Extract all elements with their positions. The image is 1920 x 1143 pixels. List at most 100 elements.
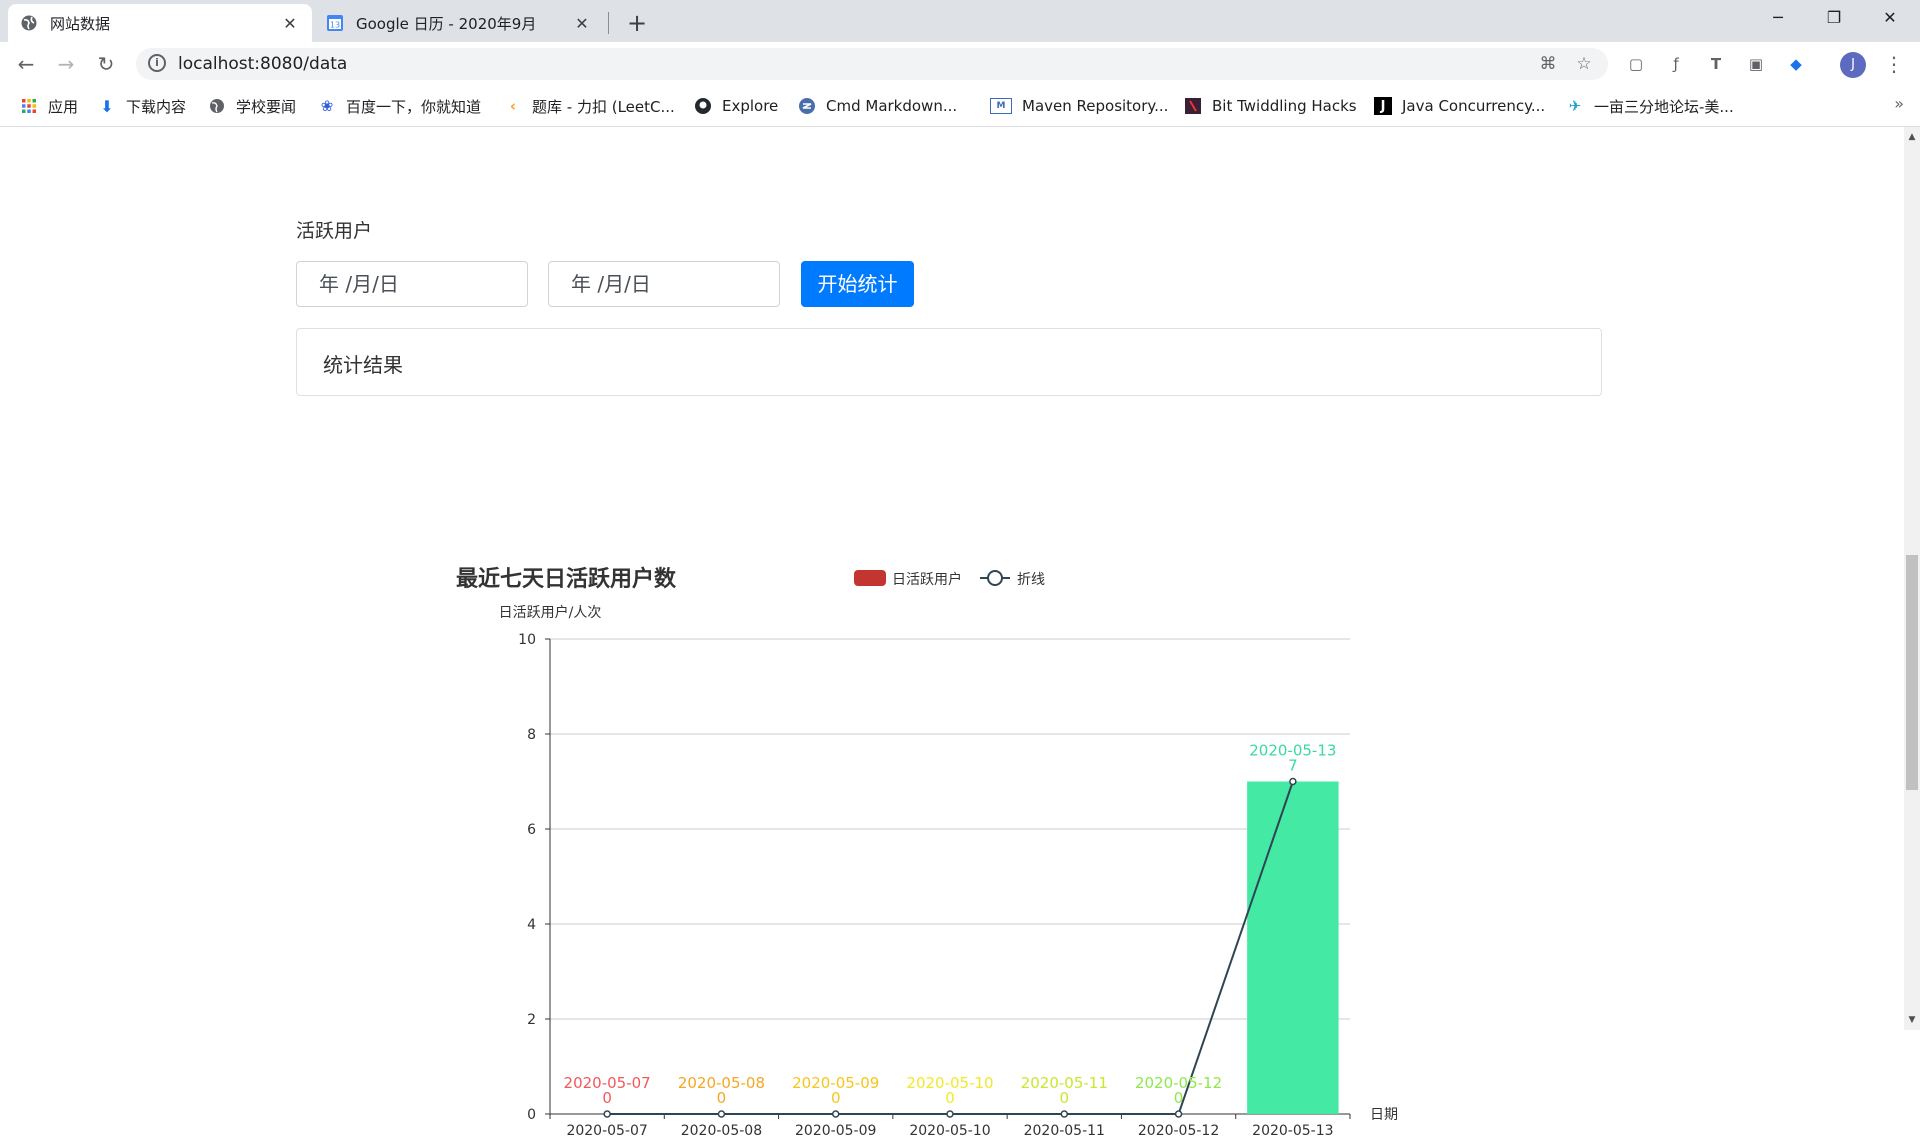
minimize-icon[interactable]: ─ <box>1750 0 1806 36</box>
x-tick-label: 2020-05-09 <box>795 1123 876 1139</box>
tab-strip: 网站数据 ✕ 13 Google 日历 - 2020年9月 ✕ + ─ ❐ ✕ <box>0 0 1920 42</box>
legend-line-marker <box>987 570 1003 586</box>
terminal-extension-icon[interactable]: ▣ <box>1744 52 1768 76</box>
line-point <box>603 1110 611 1118</box>
legend-bar-swatch <box>854 570 886 586</box>
bookmark-label: 百度一下，你就知道 <box>346 97 482 116</box>
page-content: 活跃用户 年 /月/日 年 /月/日 开始统计 统计结果 最近七天日活跃用户数日… <box>0 127 1904 1139</box>
data-label-value: 0 <box>945 1089 955 1107</box>
scholar-extension-icon[interactable]: ◆ <box>1784 52 1808 76</box>
section-title: 活跃用户 <box>296 220 373 242</box>
reload-icon[interactable]: ↻ <box>92 50 120 78</box>
x-tick-label: 2020-05-08 <box>681 1123 762 1139</box>
site-info-icon[interactable]: i <box>148 54 166 72</box>
line-point <box>1174 1110 1183 1118</box>
x-tick-label: 2020-05-11 <box>1024 1123 1105 1139</box>
github-icon <box>694 97 712 115</box>
daily-active-users-chart: 最近七天日活跃用户数 日活跃用户 折线日活跃用户/人次 0 2 4 6 8 10 日期 2020-0… <box>456 566 1398 1139</box>
y-axis-label: 日活跃用户/人次 <box>499 604 602 621</box>
tab-website-data[interactable]: 网站数据 ✕ <box>8 4 312 42</box>
calendar-icon: 13 <box>326 14 344 32</box>
bookmark-label: Maven Repository... <box>1022 97 1169 115</box>
bar <box>1247 781 1339 1114</box>
y-tick-label: 4 <box>527 917 536 933</box>
bookmark-label: 学校要闻 <box>236 97 297 116</box>
globe-icon <box>20 14 38 32</box>
bookmark-leetcode[interactable]: ‹ 题库 - 力扣 (LeetC... <box>504 94 675 118</box>
chart-title: 最近七天日活跃用户数 <box>456 566 677 592</box>
restore-icon[interactable]: ❐ <box>1806 0 1862 36</box>
bookmark-label: Java Concurrency... <box>1402 97 1546 115</box>
bookmark-1point3acres[interactable]: ✈ 一亩三分地论坛-美... <box>1566 94 1734 118</box>
close-tab-icon[interactable]: ✕ <box>280 14 300 33</box>
start-date-input[interactable]: 年 /月/日 <box>296 261 528 307</box>
bookmark-maven[interactable]: M Maven Repository... <box>990 94 1168 118</box>
bookmark-label: Bit Twiddling Hacks <box>1212 97 1357 115</box>
x-axis-label: 日期 <box>1370 1107 1398 1123</box>
bookmark-label: Explore <box>722 97 779 115</box>
bookmark-label: 应用 <box>48 97 79 116</box>
bookmarks-overflow-icon[interactable]: » <box>1894 94 1904 113</box>
x-tick-label: 2020-05-13 <box>1252 1123 1333 1139</box>
formula-extension-icon[interactable]: ƒ <box>1664 52 1688 76</box>
y-tick-label: 8 <box>527 727 536 743</box>
bookmark-apps[interactable]: 应用 <box>20 94 78 118</box>
java-j-icon: J <box>1374 97 1392 115</box>
address-bar[interactable]: i localhost:8080/data ⌘ ☆ <box>136 48 1608 80</box>
x-tick-label: 2020-05-07 <box>566 1123 647 1139</box>
data-label-value: 7 <box>1288 757 1298 775</box>
line-point <box>831 1110 840 1118</box>
y-tick-label: 0 <box>527 1107 536 1123</box>
globe-icon <box>208 97 226 115</box>
pocket-extension-icon[interactable]: ▢ <box>1624 52 1648 76</box>
bookmark-star-icon[interactable]: ☆ <box>1572 52 1596 76</box>
vertical-scrollbar[interactable]: ▲ ▼ <box>1904 127 1920 1030</box>
browser-toolbar: ← → ↻ i localhost:8080/data ⌘ ☆ ▢ ƒ T ▣ … <box>0 42 1920 86</box>
data-label-value: 0 <box>717 1089 727 1107</box>
x-tick-label: 2020-05-10 <box>909 1123 990 1139</box>
scroll-down-icon[interactable]: ▼ <box>1904 1012 1920 1028</box>
tab-google-calendar[interactable]: 13 Google 日历 - 2020年9月 ✕ <box>314 4 604 42</box>
url-text: localhost:8080/data <box>178 54 348 74</box>
new-tab-button[interactable]: + <box>622 8 652 38</box>
scroll-up-icon[interactable]: ▲ <box>1904 129 1920 145</box>
bookmark-cmd-markdown[interactable]: Cmd Markdown... <box>798 94 957 118</box>
y-tick-label: 10 <box>518 632 536 648</box>
profile-avatar[interactable]: J <box>1840 52 1866 78</box>
bookmark-label: Cmd Markdown... <box>826 97 958 115</box>
leetcode-icon: ‹ <box>509 97 517 115</box>
bookmark-downloads[interactable]: ⬇ 下载内容 <box>98 94 186 118</box>
forward-icon[interactable]: → <box>52 50 80 78</box>
cmd-markdown-icon <box>798 97 816 115</box>
bookmark-label: 题库 - 力扣 (LeetC... <box>532 97 675 116</box>
end-date-input[interactable]: 年 /月/日 <box>548 261 780 307</box>
data-label-value: 0 <box>1174 1089 1184 1107</box>
close-window-icon[interactable]: ✕ <box>1862 0 1918 36</box>
forum-icon: ✈ <box>1568 97 1582 115</box>
tex-extension-icon[interactable]: T <box>1704 52 1728 76</box>
result-label: 统计结果 <box>323 353 403 377</box>
legend-bar-label: 日活跃用户 <box>892 571 962 588</box>
bookmark-baidu[interactable]: ❀ 百度一下，你就知道 <box>318 94 481 118</box>
line-point <box>717 1110 726 1118</box>
bookmark-bit-twiddling[interactable]: Bit Twiddling Hacks <box>1184 94 1357 118</box>
menu-kebab-icon[interactable]: ⋮ <box>1882 52 1906 76</box>
translate-icon[interactable]: ⌘ <box>1536 52 1560 76</box>
bookmark-java-concurrency[interactable]: J Java Concurrency... <box>1374 94 1545 118</box>
back-icon[interactable]: ← <box>12 50 40 78</box>
y-tick-label: 2 <box>527 1012 536 1028</box>
download-icon: ⬇ <box>100 96 114 116</box>
data-label-value: 0 <box>602 1089 612 1107</box>
close-tab-icon[interactable]: ✕ <box>572 14 592 33</box>
line-point <box>1060 1110 1069 1118</box>
y-tick-label: 6 <box>527 822 536 838</box>
bookmark-label: 一亩三分地论坛-美... <box>1594 97 1734 116</box>
line-point <box>946 1110 954 1118</box>
bookmark-school-news[interactable]: 学校要闻 <box>208 94 296 118</box>
scrollbar-thumb[interactable] <box>1906 555 1918 790</box>
tab-title: Google 日历 - 2020年9月 <box>356 14 537 33</box>
tab-title: 网站数据 <box>50 14 111 33</box>
data-label-value: 0 <box>831 1089 841 1107</box>
start-statistics-button[interactable]: 开始统计 <box>801 261 914 307</box>
bookmark-github-explore[interactable]: Explore <box>694 94 778 118</box>
